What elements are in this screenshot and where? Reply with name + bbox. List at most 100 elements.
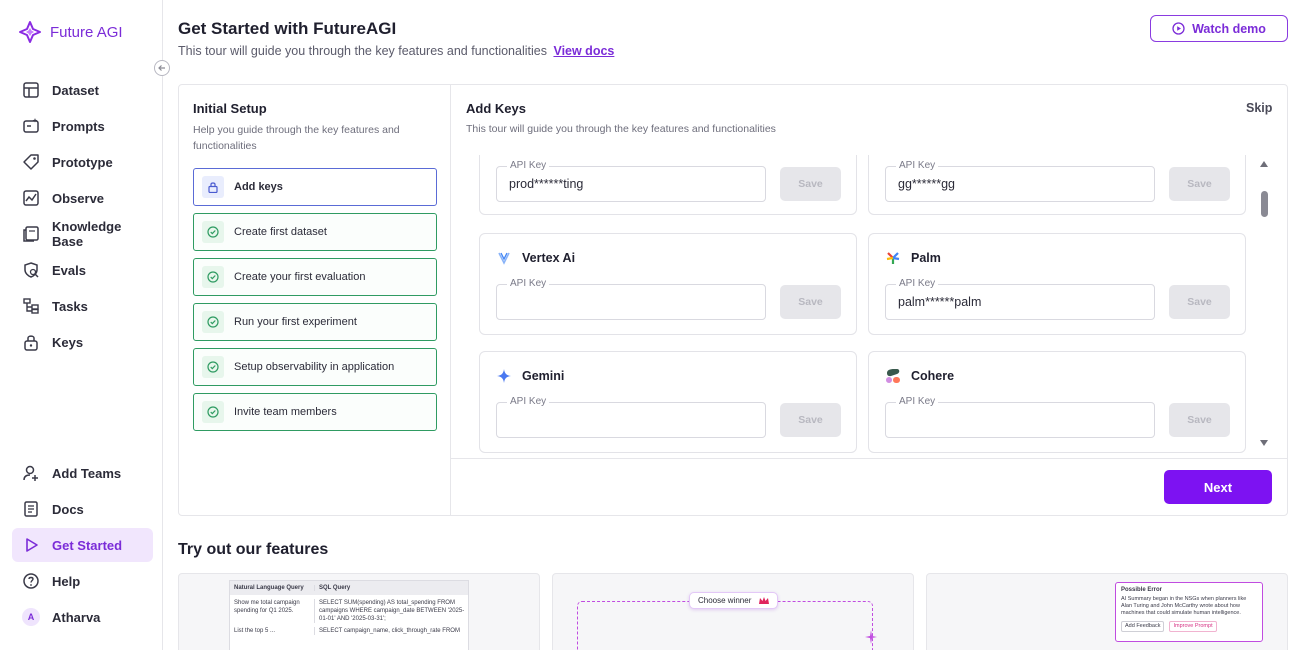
api-key-field[interactable]: API Key [496,278,766,320]
chart-icon [23,190,39,206]
api-key-label: API Key [507,396,550,407]
save-button[interactable]: Save [1169,167,1230,201]
scroll-thumb[interactable] [1261,191,1268,217]
provider-card: API Key prod******ting Save [479,155,857,215]
api-key-field[interactable]: API Key prod******ting [496,160,766,202]
provider-header: Cohere [885,368,954,384]
feature-card-sql[interactable]: Natural Language Query SQL Query Show me… [178,573,540,650]
feature-card-compare[interactable]: Choose winner [552,573,914,650]
sparkle-icon [865,630,877,644]
step-add-keys[interactable]: Add keys [193,168,437,206]
provider-name: Palm [911,251,941,265]
sidebar-item-dataset[interactable]: Dataset [12,73,153,107]
save-button[interactable]: Save [1169,403,1230,437]
sidebar-item-label: Prompts [52,118,105,134]
user-name: Atharva [52,609,101,625]
provider-card-gemini: Gemini API Key Save [479,351,857,453]
step-create-evaluation[interactable]: Create your first evaluation [193,258,437,296]
step-label: Setup observability in application [234,361,395,373]
feature-card-error[interactable]: Possible Error AI Summary began in the N… [926,573,1288,650]
watch-demo-button[interactable]: Watch demo [1150,15,1288,42]
provider-header: Gemini [496,368,564,384]
sql-preview-table: Natural Language Query SQL Query Show me… [229,580,469,650]
save-button[interactable]: Save [780,285,841,319]
arrow-left-icon [158,65,165,71]
api-key-field[interactable]: API Key gg******gg [885,160,1155,202]
sidebar-item-label: Get Started [52,537,123,553]
sidebar-item-user[interactable]: A Atharva [12,600,153,634]
next-button[interactable]: Next [1164,470,1272,504]
sidebar-item-prototype[interactable]: Prototype [12,145,153,179]
lock-icon [202,176,224,198]
cohere-logo-icon [886,369,900,383]
sidebar-item-label: Add Teams [52,465,122,481]
api-key-field[interactable]: API Key palm******palm [885,278,1155,320]
sidebar-item-tasks[interactable]: Tasks [12,289,153,323]
tag-icon [23,154,39,170]
add-keys-panel: Add Keys This tour will guide you throug… [451,85,1287,515]
sidebar-item-label: Docs [52,501,84,517]
add-keys-title: Add Keys [466,101,526,116]
add-user-icon [23,465,38,481]
table-header-cell: Natural Language Query [230,585,315,591]
check-circle-icon [202,356,224,378]
step-invite-team[interactable]: Invite team members [193,393,437,431]
api-key-value: palm******palm [898,295,982,309]
sidebar-item-help[interactable]: Help [12,564,153,598]
sidebar-item-knowledge-base[interactable]: Knowledge Base [12,217,153,251]
brand[interactable]: Future AGI [18,20,123,44]
add-feedback-button: Add Feedback [1121,621,1165,632]
choose-winner-label: Choose winner [698,596,752,605]
watch-demo-label: Watch demo [1192,21,1266,36]
save-button[interactable]: Save [1169,285,1230,319]
api-key-field[interactable]: API Key [496,396,766,438]
api-key-field[interactable]: API Key [885,396,1155,438]
book-icon [23,226,39,242]
step-run-experiment[interactable]: Run your first experiment [193,303,437,341]
provider-keys-list: API Key prod******ting Save API Key gg**… [451,155,1273,453]
skip-button[interactable]: Skip [1246,101,1272,115]
sidebar-item-label: Dataset [52,82,99,98]
step-setup-observability[interactable]: Setup observability in application [193,348,437,386]
lock-icon [24,335,38,351]
table-header-cell: SQL Query [319,585,351,591]
save-button[interactable]: Save [780,403,841,437]
table-cell: List the top 5 ... [230,627,315,635]
sidebar-item-prompts[interactable]: Prompts [12,109,153,143]
features-title: Try out our features [178,541,329,558]
error-text: AI Summary began in the NSGs when planne… [1121,596,1247,616]
sidebar-item-evals[interactable]: Evals [12,253,153,287]
sidebar-item-observe[interactable]: Observe [12,181,153,215]
sidebar-item-label: Prototype [52,154,113,170]
page-title: Get Started with FutureAGI [178,19,397,38]
tasks-icon [23,298,39,314]
view-docs-link[interactable]: View docs [553,44,614,58]
sidebar: Future AGI Dataset Prompts Prototype Obs… [0,0,163,650]
api-key-value: prod******ting [509,177,584,191]
step-create-dataset[interactable]: Create first dataset [193,213,437,251]
provider-card-cohere: Cohere API Key Save [868,351,1246,453]
palm-logo-icon [886,252,900,264]
provider-card-vertex-ai: Vertex Ai API Key Save [479,233,857,335]
page-subtitle: This tour will guide you through the key… [178,44,614,58]
check-circle-icon [202,266,224,288]
save-button[interactable]: Save [780,167,841,201]
error-title: Possible Error [1121,587,1163,593]
sidebar-item-docs[interactable]: Docs [12,492,153,526]
step-label: Run your first experiment [234,316,357,328]
prompts-icon [23,118,39,133]
future-agi-logo-icon [19,21,41,43]
sidebar-item-keys[interactable]: Keys [12,325,153,359]
setup-subtitle: Help you guide through the key features … [193,124,400,152]
collapse-sidebar-button[interactable] [154,60,170,76]
sidebar-item-label: Keys [52,334,84,350]
table-cell: SELECT SUM(spending) AS total_spending F… [319,600,465,622]
table-cell: SELECT campaign_name, click_through_rate… [319,628,460,634]
error-actions: Add Feedback Improve Prompt [1121,621,1257,632]
scrollbar[interactable] [1257,157,1271,451]
table-header: Natural Language Query SQL Query [230,581,468,595]
table-row: List the top 5 ... SELECT campaign_name,… [230,623,468,635]
help-icon [23,573,39,589]
sidebar-item-get-started[interactable]: Get Started [12,528,153,562]
sidebar-item-add-teams[interactable]: Add Teams [12,456,153,490]
